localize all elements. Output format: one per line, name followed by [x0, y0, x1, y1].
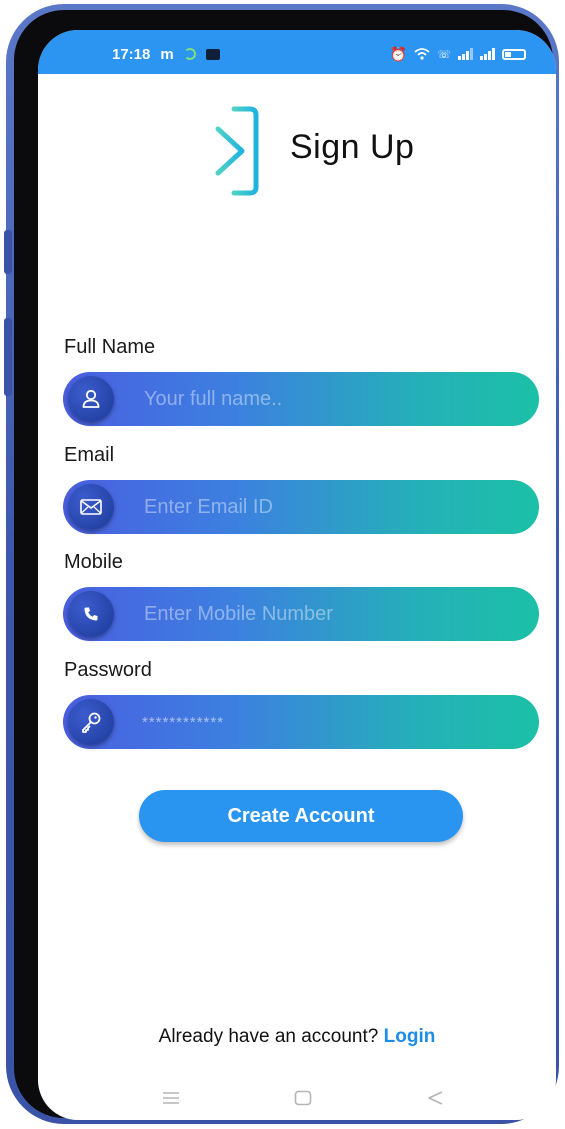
password-label: Password	[64, 659, 152, 681]
back-icon[interactable]	[426, 1090, 444, 1106]
volume-button	[4, 230, 12, 274]
status-bar: 17:18 m ⏰ ☏	[38, 30, 556, 74]
page-title: Sign Up	[290, 128, 415, 166]
battery-icon	[502, 48, 526, 60]
phone-icon	[68, 591, 114, 637]
power-button	[4, 318, 12, 396]
phone-bezel: 17:18 m ⏰ ☏ Sign Up Full Name Your full …	[14, 10, 556, 1120]
sign-in-arrow-icon	[156, 106, 259, 196]
full-name-input[interactable]	[142, 386, 506, 412]
status-time: 17:18	[112, 45, 151, 63]
mobile-input[interactable]	[142, 601, 506, 627]
full-name-label: Full Name	[64, 336, 156, 358]
login-prompt-text: Already have an account?	[158, 1026, 379, 1047]
login-prompt-row: Already have an account? Login	[38, 1026, 556, 1048]
mobile-field[interactable]	[63, 587, 539, 641]
alarm-icon: ⏰	[389, 45, 408, 62]
signal-icon	[480, 48, 495, 60]
m-icon: m	[160, 45, 174, 63]
message-icon	[205, 48, 220, 60]
menu-icon[interactable]	[162, 1090, 180, 1106]
status-left: 17:18 m	[112, 46, 220, 63]
email-label: Email	[64, 444, 115, 466]
signal-icon	[458, 48, 473, 60]
home-icon[interactable]	[294, 1090, 312, 1106]
sync-icon	[183, 48, 196, 60]
mobile-label: Mobile	[64, 551, 123, 573]
status-right: ⏰ ☏	[390, 46, 526, 63]
login-link[interactable]: Login	[384, 1026, 436, 1047]
wifi-icon	[414, 48, 430, 60]
navigation-bar	[38, 1088, 556, 1118]
create-account-button[interactable]: Create Account	[139, 790, 463, 842]
password-field[interactable]: ************	[63, 695, 539, 749]
envelope-icon	[68, 484, 114, 530]
user-icon	[68, 376, 114, 422]
screen: 17:18 m ⏰ ☏ Sign Up Full Name Your full …	[38, 30, 556, 1120]
email-input[interactable]	[142, 494, 506, 520]
key-icon	[68, 699, 114, 745]
email-field[interactable]	[63, 480, 539, 534]
full-name-field[interactable]	[63, 372, 539, 426]
volte-icon: ☏	[437, 48, 451, 61]
password-input[interactable]: ************	[142, 714, 224, 731]
